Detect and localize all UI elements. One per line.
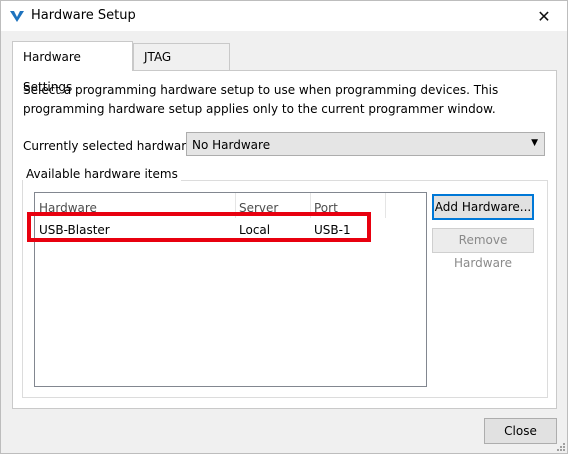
add-hardware-button[interactable]: Add Hardware... xyxy=(432,194,534,220)
close-icon[interactable]: ✕ xyxy=(521,1,567,31)
resize-grip-icon[interactable] xyxy=(555,441,565,451)
cell-server: Local xyxy=(239,223,271,237)
hardware-list[interactable]: Hardware Server Port USB-Blaster Local U… xyxy=(34,192,427,387)
tab-jtag-settings[interactable]: JTAG Settings xyxy=(133,43,230,91)
current-hardware-value: No Hardware xyxy=(192,138,271,152)
column-divider[interactable] xyxy=(385,193,386,218)
current-hardware-select[interactable]: No Hardware ▼ xyxy=(186,132,545,156)
available-hardware-title: Available hardware items xyxy=(23,167,181,181)
title-bar: Hardware Setup ✕ xyxy=(1,1,567,31)
column-header-server[interactable]: Server xyxy=(235,199,310,218)
chevron-down-icon: ▼ xyxy=(531,138,538,148)
close-button[interactable]: Close xyxy=(484,418,557,444)
hardware-settings-panel: Select a programming hardware setup to u… xyxy=(12,70,557,409)
remove-hardware-button[interactable]: Remove Hardware xyxy=(432,228,534,270)
quartus-logo-icon xyxy=(10,11,24,22)
cell-hardware: USB-Blaster xyxy=(39,223,110,237)
description-text: Select a programming hardware setup to u… xyxy=(23,83,499,116)
column-header-port[interactable]: Port xyxy=(310,199,385,218)
current-hardware-label: Currently selected hardware: xyxy=(23,139,198,153)
column-header-hardware[interactable]: Hardware xyxy=(35,199,235,218)
tab-hardware-settings[interactable]: Hardware Settings xyxy=(12,41,133,94)
window-title: Hardware Setup xyxy=(31,8,136,23)
hardware-setup-dialog: Hardware Setup ✕ Hardware Settings JTAG … xyxy=(0,0,568,454)
cell-port: USB-1 xyxy=(314,223,351,237)
